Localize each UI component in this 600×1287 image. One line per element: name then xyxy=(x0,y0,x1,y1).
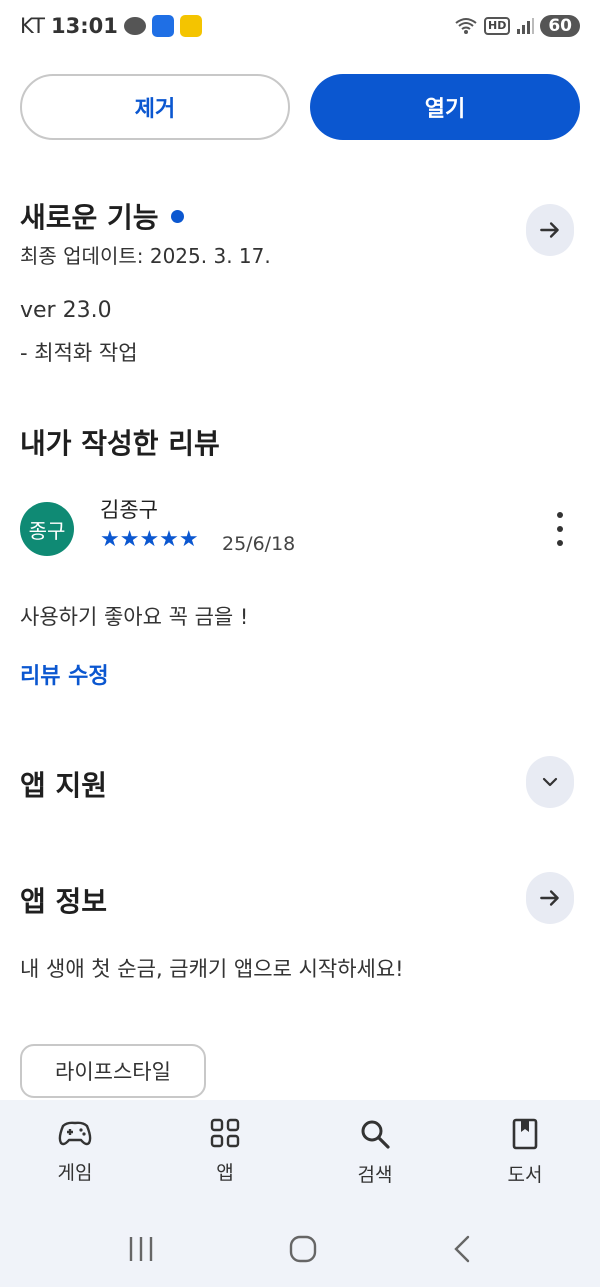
more-options-icon[interactable] xyxy=(548,512,572,546)
nav-label-search: 검색 xyxy=(357,1164,393,1186)
my-review-title: 내가 작성한 리뷰 xyxy=(20,427,220,460)
home-icon[interactable] xyxy=(288,1234,318,1264)
chevron-down-icon xyxy=(542,777,558,787)
version-text: ver 23.0 xyxy=(20,298,112,323)
app-info-arrow-button[interactable] xyxy=(526,872,574,924)
release-notes-text: - 최적화 작업 xyxy=(20,341,138,365)
app-info-title[interactable]: 앱 정보 xyxy=(20,880,107,920)
bank-app-notification-icon xyxy=(151,15,174,37)
status-bar: KT 13:01 HD 60 xyxy=(0,0,600,52)
category-chip[interactable]: 라이프스타일 xyxy=(20,1044,206,1098)
nav-label-books: 도서 xyxy=(507,1164,543,1186)
apps-grid-icon xyxy=(210,1118,240,1148)
whats-new-title: 새로운 기능 xyxy=(20,201,159,234)
battery-indicator: 60 xyxy=(540,15,580,37)
whats-new-arrow-button[interactable] xyxy=(526,204,574,256)
star-rating-stars: ★★★★★ xyxy=(100,527,199,552)
review-body: 사용하기 좋아요 꼭 금을 ! xyxy=(20,605,249,629)
nav-item-search[interactable]: 검색 xyxy=(300,1100,450,1210)
avatar: 종구 xyxy=(20,502,74,556)
gamepad-icon xyxy=(58,1121,92,1146)
new-indicator-dot xyxy=(170,209,184,223)
hd-voice-badge: HD xyxy=(483,17,511,35)
search-icon xyxy=(361,1120,390,1149)
nav-item-games[interactable]: 게임 xyxy=(0,1100,150,1210)
kb-app-notification-icon xyxy=(179,15,202,37)
nav-item-apps[interactable]: 앱 xyxy=(150,1100,300,1210)
bottom-nav: 게임 앱 검색 도서 xyxy=(0,1100,600,1210)
chat-notification-icon xyxy=(123,17,146,35)
back-icon[interactable] xyxy=(450,1234,474,1264)
remove-button[interactable]: 제거 xyxy=(20,74,290,140)
star-rating: ★★★★★ xyxy=(100,528,199,552)
status-right: HD 60 xyxy=(454,15,580,37)
nav-label-games: 게임 xyxy=(57,1162,93,1184)
app-support-expand-button[interactable] xyxy=(526,756,574,808)
review-date: 25/6/18 xyxy=(222,533,296,555)
edit-review-link[interactable]: 리뷰 수정 xyxy=(20,658,109,690)
status-left: KT 13:01 xyxy=(20,14,202,38)
open-button[interactable]: 열기 xyxy=(310,74,580,140)
whats-new-header[interactable]: 새로운 기능 xyxy=(20,196,184,236)
recent-apps-icon[interactable] xyxy=(126,1235,156,1263)
system-nav-bar xyxy=(0,1210,600,1287)
wifi-icon xyxy=(455,18,477,34)
arrow-right-icon xyxy=(540,222,559,238)
arrow-right-icon xyxy=(540,890,559,906)
book-icon xyxy=(512,1118,538,1150)
nav-label-apps: 앱 xyxy=(216,1162,234,1184)
clock: 13:01 xyxy=(50,14,118,38)
signal-icon xyxy=(517,18,535,34)
carrier-label: KT xyxy=(20,14,45,38)
app-description: 내 생애 첫 순금, 금캐기 앱으로 시작하세요! xyxy=(20,957,404,981)
nav-item-books[interactable]: 도서 xyxy=(450,1100,600,1210)
app-support-title[interactable]: 앱 지원 xyxy=(20,764,107,804)
reviewer-name: 김종구 xyxy=(100,498,158,522)
last-updated-text: 최종 업데이트: 2025. 3. 17. xyxy=(20,244,271,268)
